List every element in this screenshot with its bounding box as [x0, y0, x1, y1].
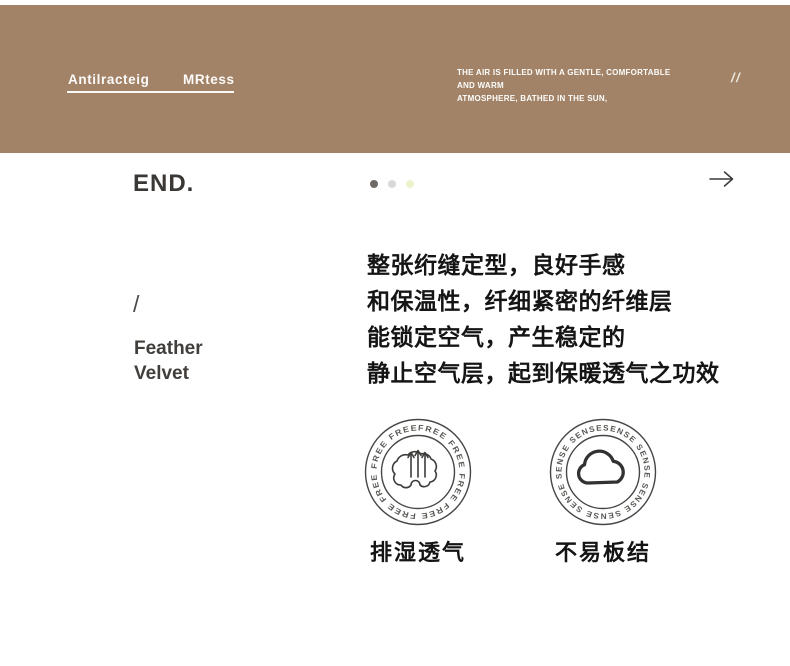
- brand-tab-secondary: MRtess: [183, 72, 235, 87]
- end-label: END.: [133, 170, 194, 198]
- svg-text:SENSE SENSE SENSE SENSE SE: SENSE SENSE SENSE SENSE SENSE SENSE SENS…: [554, 423, 651, 520]
- arrow-right-icon[interactable]: [709, 170, 735, 188]
- breathe-cloud-icon: [393, 451, 437, 488]
- carousel-dots: [370, 180, 414, 188]
- description-line: 整张绗缝定型，良好手感: [367, 247, 720, 283]
- decor-slashes: //: [731, 70, 741, 85]
- ring-text-sense: SENSE SENSE SENSE SENSE SENSE SENSE SENS…: [554, 423, 651, 520]
- product-subtitle: Feather Velvet: [134, 336, 203, 386]
- cloud-icon: [579, 451, 624, 483]
- carousel-dot[interactable]: [406, 180, 414, 188]
- tagline-line-2: ATMOSPHERE, BATHED IN THE SUN,: [457, 92, 687, 105]
- subtitle-line-1: Feather: [134, 336, 203, 361]
- description-line: 和保温性，纤细紧密的纤维层: [367, 283, 720, 319]
- description-line: 静止空气层，起到保暖透气之功效: [367, 355, 720, 391]
- feature-label-no-clumping: 不易板结: [548, 535, 658, 567]
- description-line: 能锁定空气，产生稳定的: [367, 319, 720, 355]
- feature-badge-breathable: FREE FREE FREE FREE FREE FREE FREE FREE: [363, 417, 473, 527]
- hero-banner: Antilracteig MRtess THE AIR IS FILLED WI…: [0, 5, 790, 153]
- brand-underline: [67, 91, 234, 93]
- tagline-line-1: THE AIR IS FILLED WITH A GENTLE, COMFORT…: [457, 66, 687, 92]
- carousel-dot[interactable]: [388, 180, 396, 188]
- hero-tagline: THE AIR IS FILLED WITH A GENTLE, COMFORT…: [457, 66, 687, 105]
- feature-badge-no-clumping: SENSE SENSE SENSE SENSE SENSE SENSE SENS…: [548, 417, 658, 527]
- feature-label-breathable: 排湿透气: [363, 535, 473, 567]
- brand-tab-primary: Antilracteig: [68, 72, 149, 87]
- subtitle-line-2: Velvet: [134, 361, 203, 386]
- description: 整张绗缝定型，良好手感和保温性，纤细紧密的纤维层能锁定空气，产生稳定的静止空气层…: [367, 247, 720, 391]
- section-slash: /: [133, 291, 139, 318]
- product-detail-page: Antilracteig MRtess THE AIR IS FILLED WI…: [0, 0, 790, 666]
- carousel-dot-active[interactable]: [370, 180, 378, 188]
